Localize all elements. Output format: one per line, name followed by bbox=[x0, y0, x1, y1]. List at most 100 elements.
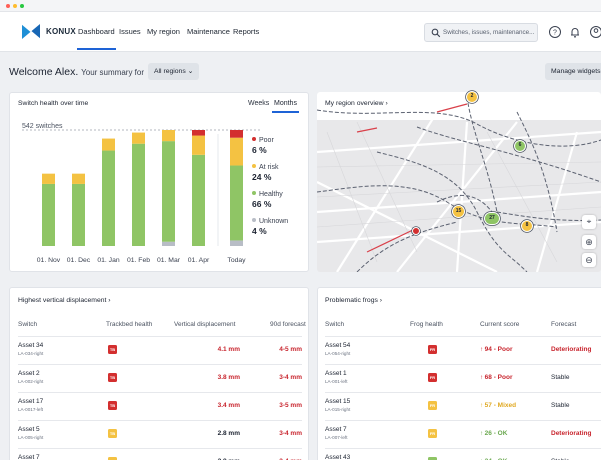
bar-healthy-3[interactable] bbox=[132, 143, 145, 246]
switch-cell: Asset 5 LA-005-right bbox=[18, 426, 43, 440]
search-input[interactable]: Switches, issues, maintenance... bbox=[424, 23, 538, 42]
bar-healthy-0[interactable] bbox=[42, 183, 55, 246]
map-title[interactable]: My region overview › bbox=[325, 100, 388, 107]
nav-my-region[interactable]: My region bbox=[147, 27, 180, 36]
x-tick-label: Today bbox=[227, 257, 246, 264]
table-row[interactable]: Asset 34 LA-034-right TB 4.1 mm 4-5 mm bbox=[18, 336, 302, 364]
bar-healthy-5[interactable] bbox=[192, 154, 205, 246]
legend-at-risk-dot bbox=[252, 164, 256, 168]
switch-cell: Asset 15 LA-015-right bbox=[325, 398, 350, 412]
manage-widgets-button[interactable]: Manage widgets bbox=[545, 63, 601, 80]
bar-at-risk-2[interactable] bbox=[102, 138, 115, 151]
bar-poor-6[interactable] bbox=[230, 130, 243, 138]
switch-cell: Asset 2 LA-002-right bbox=[18, 370, 43, 384]
welcome-heading: Welcome Alex. Your summary for bbox=[9, 66, 144, 78]
legend-unknown-dot bbox=[252, 218, 256, 222]
vertical-displacement-title[interactable]: Highest vertical displacement › bbox=[18, 297, 111, 304]
legend-at-risk: At risk 24 % bbox=[252, 164, 278, 182]
location-icon[interactable]: ⌖ bbox=[582, 215, 596, 229]
asset-location: LA-001-left bbox=[325, 379, 348, 384]
map-marker-15[interactable]: 15 bbox=[452, 205, 465, 218]
bar-at-risk-6[interactable] bbox=[230, 137, 243, 166]
asset-name[interactable]: Asset 54 bbox=[325, 342, 350, 349]
legend-poor: Poor 6 % bbox=[252, 137, 274, 155]
frog-health-badge: FR bbox=[428, 373, 437, 382]
table-row[interactable]: Asset 43LA-043-rightFR↑ 24 - OKStable bbox=[325, 448, 601, 460]
asset-name[interactable]: Asset 5 bbox=[18, 426, 43, 433]
bar-at-risk-3[interactable] bbox=[132, 132, 145, 144]
map-marker-2[interactable]: 2 bbox=[466, 91, 478, 103]
bar-poor-5[interactable] bbox=[192, 130, 205, 136]
trackbed-health-badge: TB bbox=[108, 345, 117, 354]
current-score-value: 57 - Mixed bbox=[484, 402, 517, 409]
asset-name[interactable]: Asset 34 bbox=[18, 342, 43, 349]
bar-healthy-6[interactable] bbox=[230, 165, 243, 241]
map-marker-6[interactable]: 6 bbox=[514, 140, 526, 152]
tab-weeks[interactable]: Weeks bbox=[248, 100, 269, 107]
asset-location: LA-007-left bbox=[325, 435, 348, 440]
vertical-displacement-value: 2.8 mm bbox=[217, 430, 240, 437]
map-marker-alert[interactable] bbox=[412, 227, 420, 235]
bar-unknown-4[interactable] bbox=[162, 241, 175, 246]
chevron-right-icon: › bbox=[385, 100, 388, 107]
table-row[interactable]: Asset 7LA-007-leftTB2.8 mm3-4 mm bbox=[18, 448, 302, 460]
maximize-window-dot[interactable] bbox=[20, 4, 24, 8]
bar-at-risk-0[interactable] bbox=[42, 173, 55, 184]
close-window-dot[interactable] bbox=[6, 4, 10, 8]
bar-healthy-2[interactable] bbox=[102, 150, 115, 246]
table-row[interactable]: Asset 2 LA-002-right TB 3.8 mm 3-4 mm bbox=[18, 364, 302, 392]
minimize-window-dot[interactable] bbox=[13, 4, 17, 8]
switch-cell: Asset 34 LA-034-right bbox=[18, 342, 43, 356]
asset-name[interactable]: Asset 43 bbox=[325, 454, 350, 460]
bell-icon[interactable] bbox=[568, 25, 582, 39]
region-select[interactable]: All regions ⌄ bbox=[148, 63, 200, 80]
nav-maintenance[interactable]: Maintenance bbox=[187, 27, 230, 36]
problematic-frogs-title-label: Problematic frogs bbox=[325, 297, 378, 304]
zoom-in-icon[interactable]: ⊕ bbox=[582, 235, 596, 249]
table-row[interactable]: Asset 17 LA-0017-left TB 3.4 mm 3-5 mm bbox=[18, 392, 302, 420]
bar-healthy-1[interactable] bbox=[72, 183, 85, 246]
asset-name[interactable]: Asset 15 bbox=[325, 398, 350, 405]
search-placeholder: Switches, issues, maintenance... bbox=[443, 29, 535, 36]
asset-name[interactable]: Asset 7 bbox=[18, 454, 40, 460]
table-row[interactable]: Asset 1 LA-001-left FR ↑ 68 - Poor Stable bbox=[325, 364, 601, 392]
problematic-frogs-table: Switch Frog health Current score Forecas… bbox=[325, 321, 601, 460]
help-icon[interactable]: ? bbox=[548, 25, 562, 39]
table-row[interactable]: Asset 7 LA-007-left FR ↑ 26 - OK Deteriorati… bbox=[325, 420, 601, 448]
current-score-value: 94 - Poor bbox=[484, 346, 513, 353]
bar-at-risk-5[interactable] bbox=[192, 135, 205, 155]
current-score-value: 68 - Poor bbox=[484, 374, 513, 381]
asset-name[interactable]: Asset 1 bbox=[325, 370, 347, 377]
nav-reports[interactable]: Reports bbox=[233, 27, 259, 36]
asset-name[interactable]: Asset 2 bbox=[18, 370, 43, 377]
map-marker-27[interactable]: 27 bbox=[484, 212, 500, 225]
forecast-value: Deteriorating bbox=[551, 346, 592, 353]
table-row[interactable]: Asset 54 LA-054-right FR ↑ 94 - Poor Deterio… bbox=[325, 336, 601, 364]
zoom-out-icon[interactable]: ⊖ bbox=[582, 253, 596, 267]
asset-location: LA-034-right bbox=[18, 351, 44, 356]
bar-unknown-6[interactable] bbox=[230, 240, 243, 246]
tab-months[interactable]: Months bbox=[272, 100, 299, 113]
map-marker-8[interactable]: 8 bbox=[521, 220, 533, 232]
region-select-label: All regions bbox=[154, 68, 186, 75]
switch-cell: Asset 7LA-007-left bbox=[18, 454, 40, 460]
forecast-value: Deteriorating bbox=[551, 430, 592, 437]
asset-location: LA-054-right bbox=[325, 351, 351, 356]
x-tick-label: 01. Mar bbox=[157, 257, 181, 264]
table-row[interactable]: Asset 15 LA-015-right FR ↑ 57 - Mixed Stable bbox=[325, 392, 601, 420]
bar-healthy-4[interactable] bbox=[162, 141, 175, 242]
bar-at-risk-1[interactable] bbox=[72, 173, 85, 184]
brand-name: KONUX bbox=[46, 27, 76, 36]
bar-at-risk-4[interactable] bbox=[162, 130, 175, 142]
nav-issues[interactable]: Issues bbox=[119, 27, 141, 36]
account-icon[interactable] bbox=[589, 25, 601, 39]
nav-dashboard[interactable]: Dashboard bbox=[77, 27, 116, 50]
problematic-frogs-title[interactable]: Problematic frogs › bbox=[325, 297, 382, 304]
region-map[interactable] bbox=[317, 92, 601, 272]
table-row[interactable]: Asset 5 LA-005-right TB 2.8 mm 3-4 mm bbox=[18, 420, 302, 448]
vertical-displacement-value: 4.1 mm bbox=[217, 346, 240, 353]
konux-logo-icon[interactable] bbox=[20, 22, 42, 41]
asset-name[interactable]: Asset 17 bbox=[18, 398, 43, 405]
frog-health-badge: FR bbox=[428, 345, 437, 354]
asset-name[interactable]: Asset 7 bbox=[325, 426, 347, 433]
